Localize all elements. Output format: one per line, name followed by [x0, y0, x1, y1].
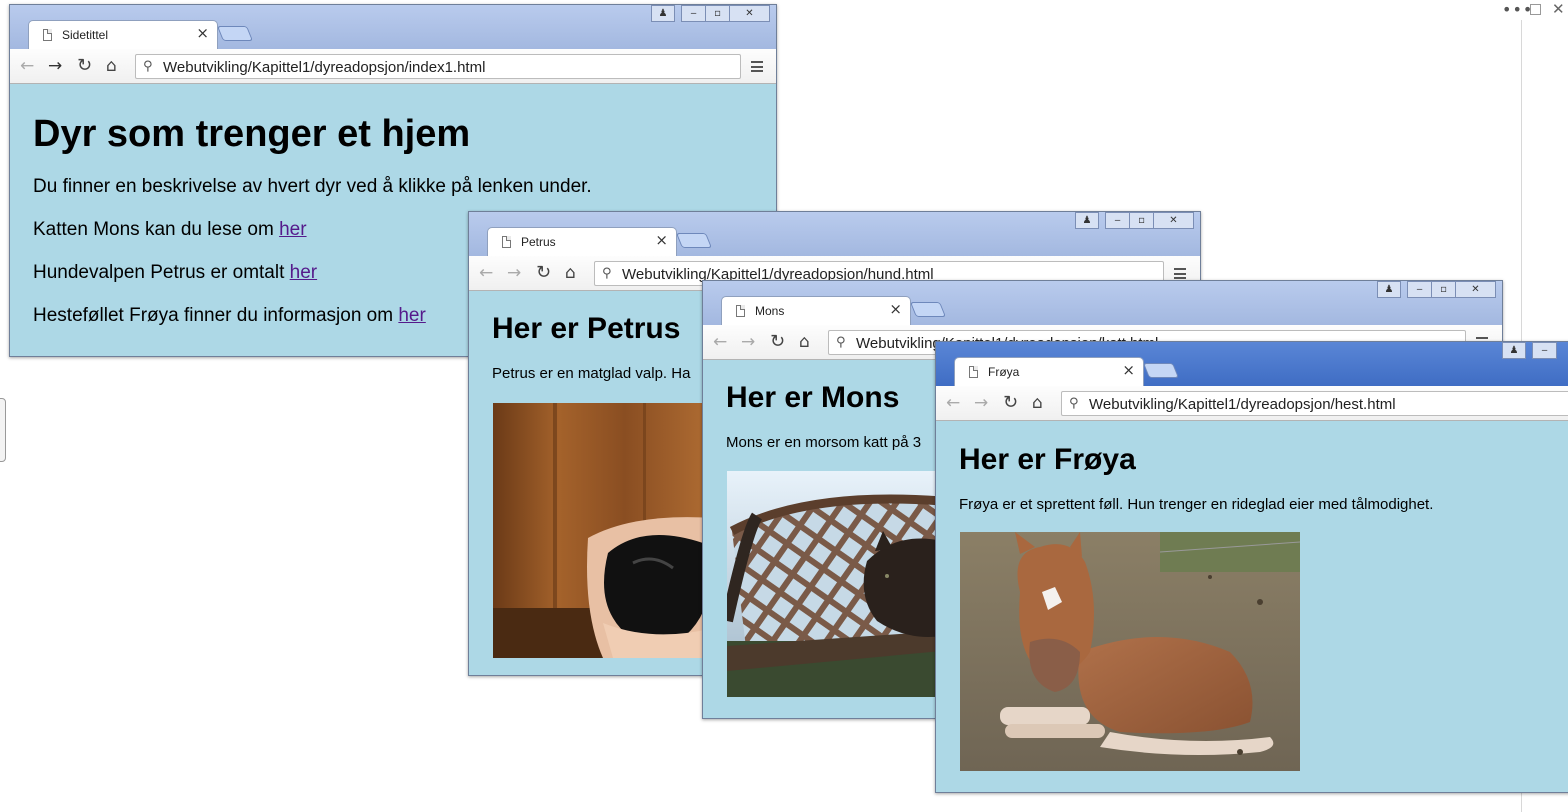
search-icon: ⚲ — [836, 335, 846, 350]
window-controls: ♟ ‒ ▫ ✕ — [1372, 281, 1502, 299]
home-icon[interactable]: ⌂ — [565, 264, 576, 282]
link-hest[interactable]: her — [398, 305, 425, 326]
description-text: Frøya er et sprettent føll. Hun trenger … — [959, 496, 1434, 513]
cat-photo — [727, 471, 942, 697]
user-icon[interactable]: ♟ — [651, 5, 675, 22]
minimize-icon[interactable]: ‒ — [681, 5, 706, 22]
title-bar[interactable]: Mons × ♟ ‒ ▫ ✕ — [703, 281, 1502, 325]
back-arrow-icon[interactable]: ← — [479, 264, 493, 282]
new-tab-button[interactable] — [1142, 363, 1180, 378]
menu-icon[interactable] — [751, 61, 763, 72]
reload-icon[interactable]: ↻ — [1003, 394, 1018, 412]
restore-icon[interactable]: ▫ — [705, 5, 730, 22]
user-icon[interactable]: ♟ — [1075, 212, 1099, 229]
home-icon[interactable]: ⌂ — [1032, 394, 1043, 412]
new-tab-button[interactable] — [216, 26, 254, 41]
tab-title: Petrus — [521, 235, 556, 249]
link-katt[interactable]: her — [279, 219, 306, 240]
page-icon — [736, 305, 745, 317]
page-content: Her er Frøya Frøya er et sprettent føll.… — [936, 422, 1568, 792]
minimize-icon[interactable]: ‒ — [1407, 281, 1432, 298]
page-icon — [502, 236, 511, 248]
restore-icon[interactable] — [1530, 4, 1541, 15]
forward-arrow-icon[interactable]: → — [741, 333, 755, 351]
url-text[interactable]: Webutvikling/Kapittel1/dyreadopsjon/hest… — [1089, 396, 1396, 413]
search-icon: ⚲ — [1069, 396, 1079, 411]
foal-photo — [960, 532, 1300, 771]
reload-icon[interactable]: ↻ — [770, 333, 785, 351]
forward-arrow-icon[interactable]: → — [507, 264, 521, 282]
close-icon[interactable]: × — [1122, 361, 1135, 379]
forward-arrow-icon[interactable]: → — [48, 57, 62, 75]
menu-icon[interactable] — [1174, 268, 1186, 279]
address-bar[interactable]: ⚲ Webutvikling/Kapittel1/dyreadopsjon/he… — [1061, 391, 1568, 416]
page-icon — [969, 366, 978, 378]
page-heading: Her er Frøya — [959, 443, 1136, 476]
close-icon[interactable]: ✕ — [729, 5, 770, 22]
offscreen-window-edge — [0, 398, 6, 462]
address-bar[interactable]: ⚲ Webutvikling/Kapittel1/dyreadopsjon/in… — [135, 54, 741, 79]
more-icon[interactable]: ••• — [1502, 0, 1533, 19]
title-bar[interactable]: Sidetittel × ♟ ‒ ▫ ✕ — [10, 5, 776, 49]
back-arrow-icon[interactable]: ← — [946, 394, 960, 412]
close-icon[interactable]: × — [655, 231, 668, 249]
minimize-icon[interactable]: ‒ — [1105, 212, 1130, 229]
user-icon[interactable]: ♟ — [1377, 281, 1401, 298]
close-icon[interactable]: ✕ — [1455, 281, 1496, 298]
minimize-icon[interactable]: ‒ — [1532, 342, 1557, 359]
close-icon[interactable]: ✕ — [1552, 0, 1565, 18]
page-heading: Dyr som trenger et hjem — [33, 113, 471, 155]
window-controls: ♟ ‒ — [1502, 342, 1568, 360]
title-bar[interactable]: Frøya × ♟ ‒ — [936, 342, 1568, 386]
tab-title: Mons — [755, 304, 785, 318]
home-icon[interactable]: ⌂ — [106, 57, 117, 75]
line-text: Katten Mons kan du lese om — [33, 219, 280, 240]
toolbar: ← → ↻ ⌂ ⚲ Webutvikling/Kapittel1/dyreado… — [10, 49, 776, 84]
restore-icon[interactable]: ▫ — [1129, 212, 1154, 229]
desktop: ••• ✕ Sidetittel × ♟ ‒ ▫ ✕ ← → ↻ ⌂ ⚲ Web… — [0, 0, 1568, 812]
close-icon[interactable]: ✕ — [1153, 212, 1194, 229]
new-tab-button[interactable] — [675, 233, 713, 248]
reload-icon[interactable]: ↻ — [77, 57, 92, 75]
line-text: Hesteføllet Frøya finner du informasjon … — [33, 305, 399, 326]
search-icon: ⚲ — [602, 266, 612, 281]
back-arrow-icon[interactable]: ← — [713, 333, 727, 351]
search-icon: ⚲ — [143, 59, 153, 74]
line-text: Hundevalpen Petrus er omtalt — [33, 262, 290, 283]
tab-petrus[interactable]: Petrus × — [487, 227, 677, 256]
link-hund[interactable]: her — [290, 262, 317, 283]
tab-mons[interactable]: Mons × — [721, 296, 911, 325]
close-icon[interactable]: × — [196, 24, 209, 42]
tab-sidetittel[interactable]: Sidetittel × — [28, 20, 218, 49]
reload-icon[interactable]: ↻ — [536, 264, 551, 282]
back-arrow-icon[interactable]: ← — [20, 57, 34, 75]
close-icon[interactable]: × — [889, 300, 902, 318]
user-icon[interactable]: ♟ — [1502, 342, 1526, 359]
forward-arrow-icon[interactable]: → — [974, 394, 988, 412]
toolbar: ← → ↻ ⌂ ⚲ Webutvikling/Kapittel1/dyreado… — [936, 386, 1568, 421]
tab-froya[interactable]: Frøya × — [954, 357, 1144, 386]
browser-window-hest[interactable]: Frøya × ♟ ‒ ← → ↻ ⌂ ⚲ Webutvikling/Kapit… — [935, 341, 1568, 793]
title-bar[interactable]: Petrus × ♟ ‒ ▫ ✕ — [469, 212, 1200, 256]
puppy-photo — [493, 403, 713, 658]
window-controls: ♟ ‒ ▫ ✕ — [646, 5, 776, 23]
tab-title: Sidetittel — [62, 28, 109, 42]
page-icon — [43, 29, 52, 41]
restore-icon[interactable]: ▫ — [1431, 281, 1456, 298]
url-text[interactable]: Webutvikling/Kapittel1/dyreadopsjon/inde… — [163, 59, 485, 76]
window-controls: ♟ ‒ ▫ ✕ — [1070, 212, 1200, 230]
new-tab-button[interactable] — [909, 302, 947, 317]
top-right-controls: ••• ✕ — [1498, 0, 1568, 22]
tab-title: Frøya — [988, 365, 1020, 379]
intro-text: Du finner en beskrivelse av hvert dyr ve… — [33, 176, 592, 197]
home-icon[interactable]: ⌂ — [799, 333, 810, 351]
